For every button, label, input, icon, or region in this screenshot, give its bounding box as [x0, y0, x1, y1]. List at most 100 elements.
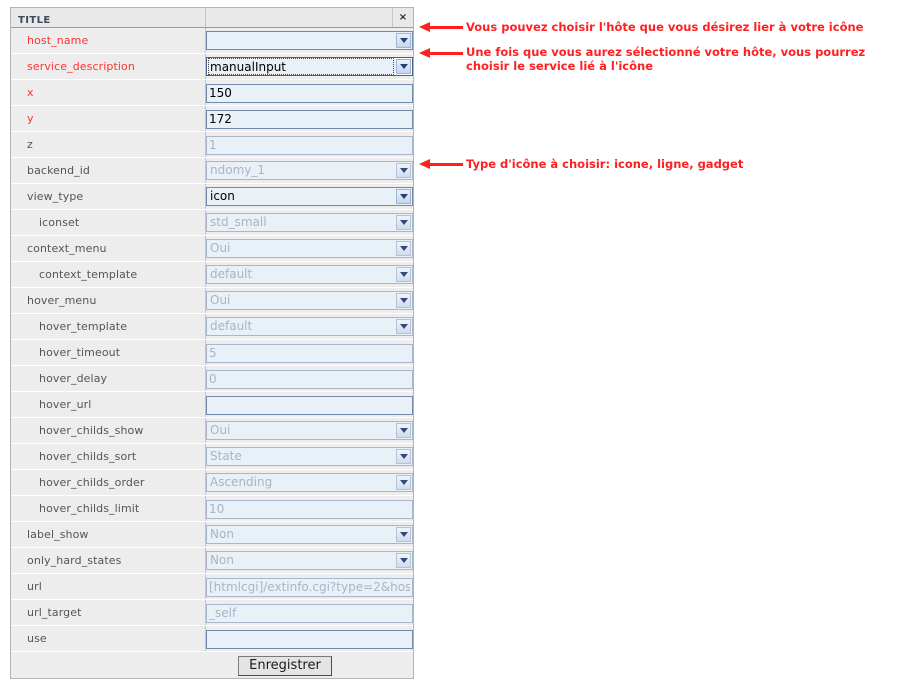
select-value-label-show: Non [210, 527, 234, 541]
field-input-cell [205, 365, 413, 392]
field-label-cell: x [11, 79, 206, 106]
field-row: y [11, 105, 413, 132]
field-label-url: url [27, 580, 42, 593]
close-icon[interactable]: × [393, 11, 413, 25]
field-input-cell: State [205, 443, 413, 470]
field-row: backend_id ndomy_1 [11, 157, 413, 184]
field-row: hover_template default [11, 313, 413, 340]
input-hover-delay [206, 369, 413, 389]
chevron-glyph [400, 272, 408, 277]
field-label-cell: view_type [11, 183, 206, 210]
annotation-text: Type d'icône à choisir: icone, ligne, ga… [466, 157, 744, 171]
select-value-hover-template: default [210, 319, 253, 333]
panel-header-row: TITLE × [11, 8, 413, 28]
input-hover-url[interactable] [206, 395, 413, 415]
chevron-down-icon [396, 241, 411, 256]
chevron-glyph [400, 558, 408, 563]
submit-cell: Enregistrer [11, 651, 413, 678]
chevron-glyph [400, 298, 408, 303]
annotation-arrow-icon [419, 48, 463, 59]
select-context-template: default [206, 265, 413, 284]
save-button[interactable]: Enregistrer [238, 656, 332, 676]
select-service-description[interactable]: manualInput [206, 57, 413, 76]
field-row: service_description manualInput [11, 53, 413, 80]
select-value-hover-childs-sort: State [210, 449, 242, 463]
annotation-text: Vous pouvez choisir l'hôte que vous dési… [466, 20, 864, 34]
field-row: hover_url [11, 391, 413, 418]
field-input-cell: manualInput [205, 53, 413, 80]
chevron-down-icon[interactable] [396, 189, 411, 204]
select-view-type[interactable]: icon [206, 187, 413, 206]
field-input-cell: Oui [205, 287, 413, 314]
annotation-text: Une fois que vous aurez sélectionné votr… [466, 45, 866, 73]
select-only-hard-states: Non [206, 551, 413, 570]
select-value-context-menu: Oui [210, 241, 231, 255]
field-label-hover-template: hover_template [39, 320, 128, 333]
input-use[interactable] [206, 629, 413, 649]
field-label-cell: iconset [11, 209, 206, 236]
select-value-backend-id: ndomy_1 [210, 163, 265, 177]
field-row: label_show Non [11, 521, 413, 548]
chevron-down-icon [396, 163, 411, 178]
field-label-view-type: view_type [27, 190, 84, 203]
field-input-cell [205, 339, 413, 366]
field-label-y: y [27, 112, 34, 125]
input-z [206, 135, 413, 155]
panel-title-cell: TITLE [11, 8, 206, 28]
field-label-context-template: context_template [39, 268, 138, 281]
input-y[interactable] [206, 109, 413, 129]
field-label-cell: hover_childs_limit [11, 495, 206, 522]
field-input-cell [205, 625, 413, 652]
field-label-cell: hover_url [11, 391, 206, 418]
chevron-glyph [400, 532, 408, 537]
field-label-cell: hover_template [11, 313, 206, 340]
field-label-cell: hover_menu [11, 287, 206, 314]
field-input-cell: Oui [205, 235, 413, 262]
field-label-cell: hover_childs_order [11, 469, 206, 496]
select-host-name[interactable] [206, 31, 413, 50]
field-label-cell: label_show [11, 521, 206, 548]
properties-table: TITLE × host_name service_description manual… [11, 8, 413, 678]
select-hover-childs-show: Oui [206, 421, 413, 440]
field-label-context-menu: context_menu [27, 242, 107, 255]
input-hover-childs-limit [206, 499, 413, 519]
field-input-cell: std_small [205, 209, 413, 236]
field-label-z: z [27, 138, 33, 151]
field-input-cell: default [205, 313, 413, 340]
submit-row: Enregistrer [11, 651, 413, 678]
field-input-cell [205, 599, 413, 626]
input-x[interactable] [206, 83, 413, 103]
chevron-glyph [400, 480, 408, 485]
field-input-cell: ndomy_1 [205, 157, 413, 184]
chevron-down-icon[interactable] [396, 59, 411, 74]
chevron-glyph [400, 168, 408, 173]
field-label-cell: use [11, 625, 206, 652]
field-input-cell: Non [205, 521, 413, 548]
select-value-hover-childs-show: Oui [210, 423, 231, 437]
chevron-glyph [400, 246, 408, 251]
field-row: view_type icon [11, 183, 413, 210]
chevron-down-icon [396, 267, 411, 282]
chevron-glyph [400, 428, 408, 433]
field-label-only-hard-states: only_hard_states [27, 554, 122, 567]
chevron-glyph [400, 38, 408, 43]
field-input-cell: Oui [205, 417, 413, 444]
field-input-cell: Ascending [205, 469, 413, 496]
annotation-arrow-icon [419, 22, 463, 33]
field-label-cell: hover_delay [11, 365, 206, 392]
field-label-x: x [27, 86, 34, 99]
field-input-cell [205, 391, 413, 418]
input-url [206, 577, 413, 597]
chevron-down-icon[interactable] [396, 33, 411, 48]
field-label-hover-timeout: hover_timeout [39, 346, 121, 359]
field-label-cell: context_template [11, 261, 206, 288]
field-row: iconset std_small [11, 209, 413, 236]
page-title: TITLE [18, 15, 51, 26]
field-input-cell [205, 573, 413, 600]
field-label-cell: y [11, 105, 206, 132]
field-row: url_target [11, 599, 413, 626]
chevron-down-icon [396, 449, 411, 464]
close-button[interactable]: × [392, 8, 413, 28]
field-input-cell [205, 79, 413, 106]
chevron-down-icon [396, 319, 411, 334]
